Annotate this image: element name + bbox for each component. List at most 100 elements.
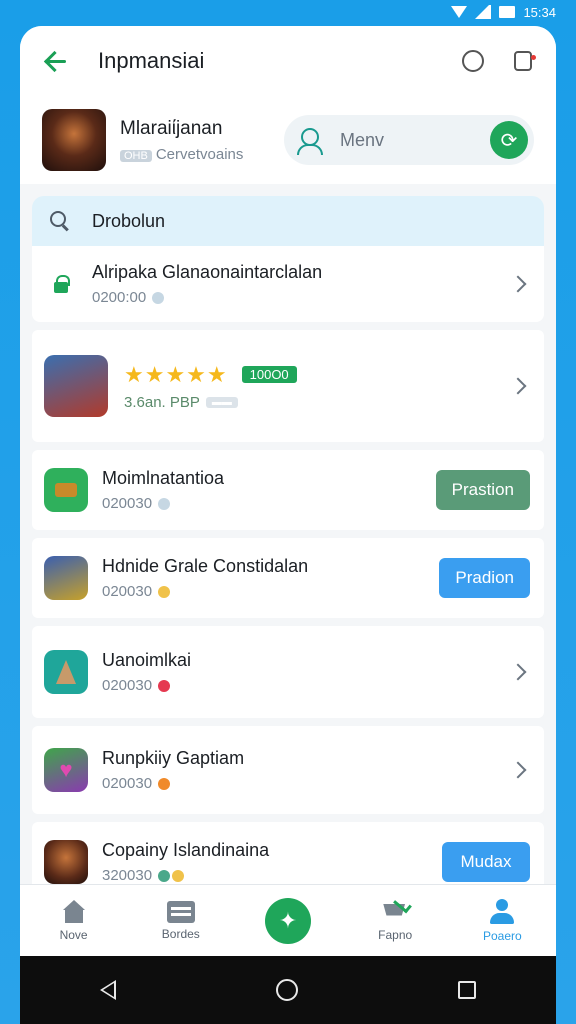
row-sub-text: 020030 [102,495,153,512]
star-rating-icon: ★★★★★ [124,361,228,387]
clock: 15:34 [523,4,556,20]
battery-icon [499,6,516,18]
cart-icon [380,900,410,924]
game-name: Mlaraiίjanan [120,117,223,139]
back-arrow-icon[interactable] [44,49,68,73]
game-icon [44,468,88,512]
page-title: Inpmansiai [98,48,205,73]
row-subtitle: 020030 [102,677,512,694]
nav-label: Nove [59,927,88,942]
top-app-bar: Inpmansiai [20,26,556,96]
info-icon [158,497,171,510]
search-bar[interactable]: Drobolun [32,196,544,246]
system-recents-icon[interactable] [458,981,476,999]
row-icon [44,262,78,306]
list-item[interactable]: ♥ Runpkiiy Gaptiam 020030 [32,726,544,814]
small-tag-icon: ▬▬ [205,396,238,408]
heart-icon: ♥ [59,757,73,782]
system-navigation-bar [20,956,556,1024]
row-subtitle: 320030 [102,867,442,884]
chevron-right-icon[interactable] [509,761,527,779]
system-back-icon[interactable] [100,980,116,1000]
notification-icon[interactable] [514,51,536,71]
chevron-right-icon[interactable] [509,377,527,395]
nav-home[interactable]: Nove [29,899,119,942]
nav-label: Poaero [482,928,522,943]
rating-line: ★★★★★ 100O0 [124,362,512,388]
row-title: Runpkiiy Gaptiam [102,748,245,768]
menu-label: Menv [340,129,385,150]
menu-pill[interactable]: Menv ⟳ [284,115,534,165]
game-thumbnail [42,109,106,171]
chevron-right-icon[interactable] [509,275,527,293]
row-body: Hdnide Grale Constidalan 020030 [102,556,439,600]
game-list: Alripaka Glanaonaintarclalan 0200:00 ★★★… [20,246,556,902]
board-icon [166,900,195,923]
nav-center[interactable]: ✦ [243,897,333,944]
nav-boards[interactable]: Bordes [136,900,226,941]
install-button[interactable]: Prastion [435,470,530,510]
character-thumbnail [44,355,108,417]
coin-icon [158,869,171,882]
row-body: Runpkiiy Gaptiam 020030 [102,748,512,792]
status-bar: 15:34 [0,0,576,24]
game-icon [44,840,88,884]
row-title: Alripaka Glanaonaintarclalan [92,262,323,282]
row-subtitle: 020030 [102,583,439,600]
nav-label: Bordes [161,926,200,941]
game-icon: ♥ [44,748,88,792]
row-body: Moimlnatantioa 020030 [102,468,436,512]
nav-profile[interactable]: Poaero [457,898,547,943]
row-title: Moimlnatantioa [102,468,225,488]
row-body: Uanoimlkai 020030 [102,650,512,694]
game-icon [44,556,88,600]
install-button[interactable]: Pradion [439,558,530,598]
fox-icon [56,660,76,684]
coin-icon [158,585,171,598]
bottom-nav: Nove Bordes ✦ Fapno Poaero [20,884,556,956]
circle-icon[interactable] [462,50,484,72]
refresh-button[interactable]: ⟳ [490,121,528,159]
rating-badge: 100O0 [241,366,297,383]
row-title: Uanoimlkai [102,650,192,670]
row-sub-text: 0200:00 [92,289,147,306]
row-title: Copainy Islandinaina [102,840,270,860]
game-header: Mlaraiίjanan OHB Cervetvoains Menv ⟳ [20,96,556,184]
row-subtitle: 0200:00 [92,289,512,306]
row-sub-text: 020030 [102,775,153,792]
game-meta: Mlaraiίjanan OHB Cervetvoains [120,118,243,163]
open-button[interactable]: Mudax [442,842,530,882]
row-subtitle: 3.6an. PBP ▬▬ [124,394,512,411]
row-sub-text: 3.6an. PBP [124,393,200,411]
search-icon [50,211,70,231]
row-title: Hdnide Grale Constidalan [102,556,309,576]
system-home-icon[interactable] [276,979,298,1001]
search-label: Drobolun [92,210,166,231]
nav-label: Fapno [378,927,413,942]
game-tag: OHB [120,149,152,162]
list-item[interactable]: Uanoimlkai 020030 [32,626,544,718]
row-subtitle: 020030 [102,775,512,792]
list-item[interactable]: Alripaka Glanaonaintarclalan 0200:00 [32,246,544,322]
game-icon [44,650,88,694]
home-icon [62,899,86,924]
row-sub-text: 020030 [102,677,153,694]
signal-icon [475,5,492,19]
list-item[interactable]: Hdnide Grale Constidalan 020030 Pradion [32,538,544,618]
list-item[interactable]: ★★★★★ 100O0 3.6an. PBP ▬▬ [32,330,544,442]
list-item[interactable]: Moimlnatantioa 020030 Prastion [32,450,544,530]
info-icon [152,291,165,304]
row-sub-text: 020030 [102,583,153,600]
chevron-right-icon[interactable] [509,663,527,681]
row-body: Alripaka Glanaonaintarclalan 0200:00 [92,262,512,306]
nav-shop[interactable]: Fapno [350,900,440,942]
coin-icon [158,777,171,790]
lock-icon [54,275,70,293]
profile-icon [489,898,515,925]
magic-wand-icon[interactable]: ✦ [264,897,311,944]
row-body: ★★★★★ 100O0 3.6an. PBP ▬▬ [124,362,512,411]
coin-icon [172,869,185,882]
row-sub-text: 320030 [102,867,153,884]
game-subtitle: OHB Cervetvoains [120,146,243,163]
alert-icon [158,679,171,692]
